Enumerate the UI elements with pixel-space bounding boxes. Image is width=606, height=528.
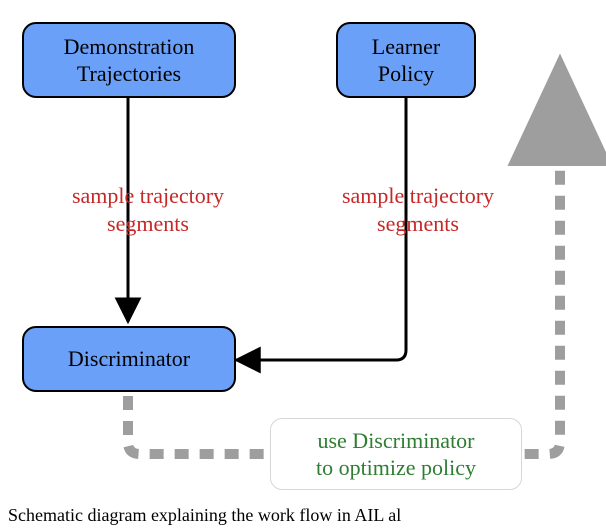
diagram-canvas: Demonstration Trajectories Learner Polic… bbox=[0, 0, 606, 528]
edge-label-right-2: segments bbox=[377, 211, 459, 236]
edge-feedback-dashed bbox=[128, 76, 560, 454]
node-demo-line1: Demonstration bbox=[64, 34, 195, 59]
node-discriminator: Discriminator bbox=[22, 326, 236, 392]
edge-label-left-2: segments bbox=[107, 211, 189, 236]
edge-label-right: sample trajectory segments bbox=[308, 182, 528, 237]
edge-label-right-1: sample trajectory bbox=[342, 183, 494, 208]
node-learner-policy: Learner Policy bbox=[336, 22, 476, 98]
annot-line1: use Discriminator bbox=[317, 428, 474, 453]
node-disc-label: Discriminator bbox=[68, 345, 190, 373]
annotation-optimize-policy: use Discriminator to optimize policy bbox=[270, 418, 522, 490]
annot-line2: to optimize policy bbox=[316, 455, 476, 480]
node-learner-line2: Policy bbox=[378, 61, 434, 86]
edge-label-left-1: sample trajectory bbox=[72, 183, 224, 208]
node-demo-line2: Trajectories bbox=[77, 61, 181, 86]
node-demonstration-trajectories: Demonstration Trajectories bbox=[22, 22, 236, 98]
figure-caption: Schematic diagram explaining the work fl… bbox=[8, 505, 401, 526]
node-learner-line1: Learner bbox=[372, 34, 440, 59]
edge-label-left: sample trajectory segments bbox=[38, 182, 258, 237]
